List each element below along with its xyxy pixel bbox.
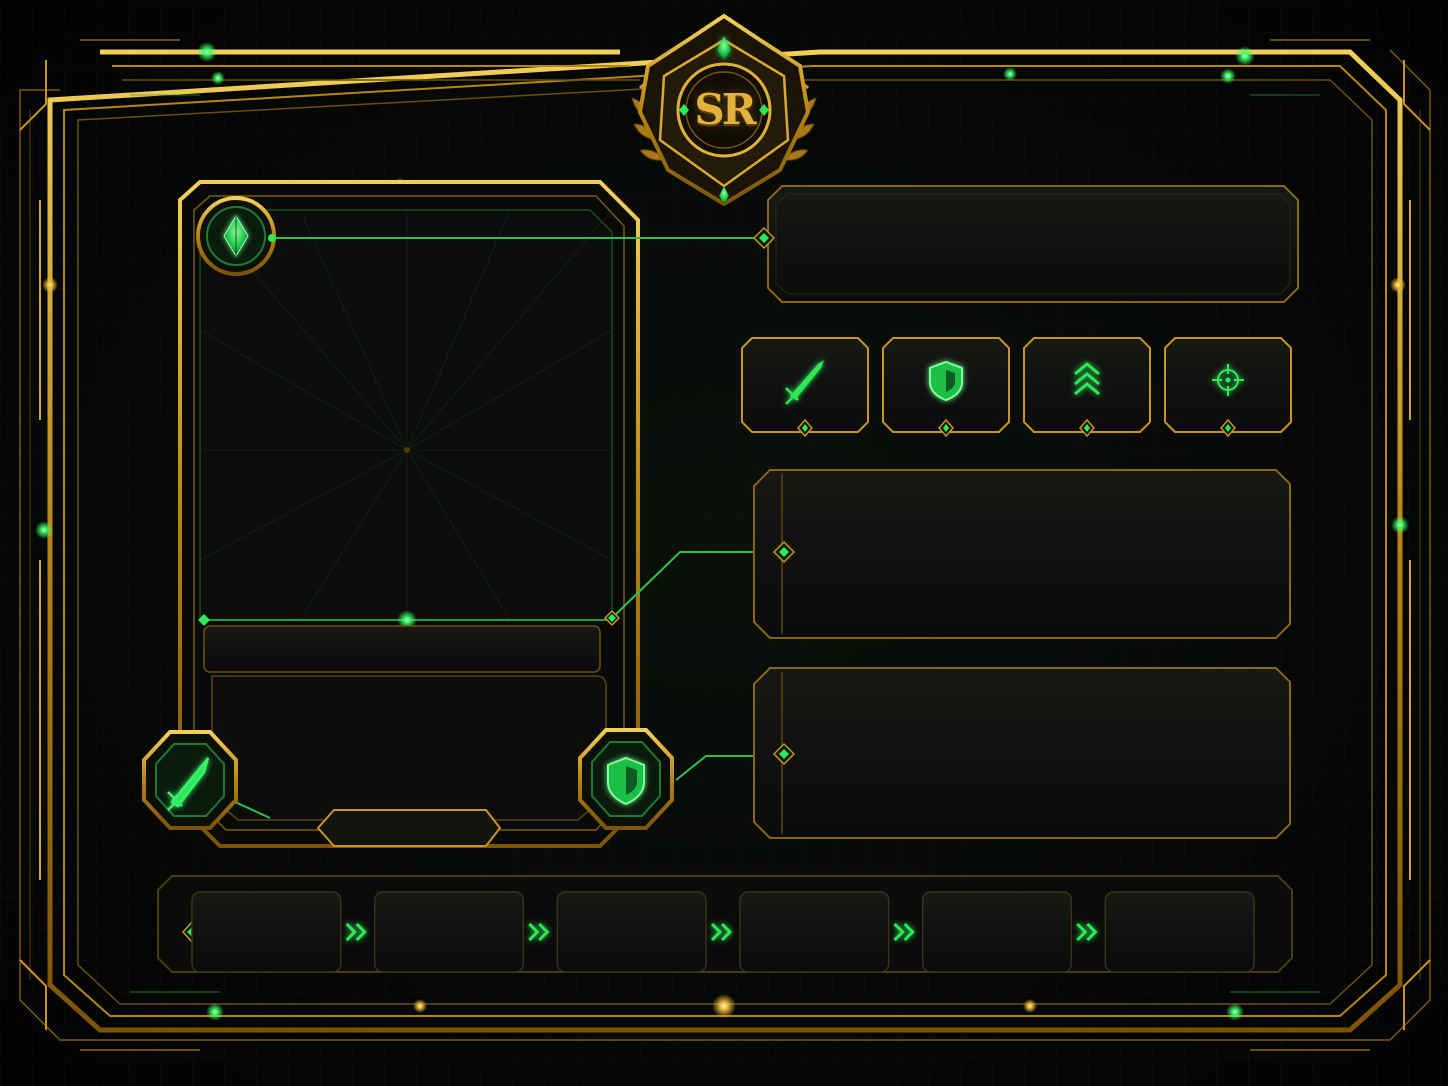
attack-medallion-button[interactable] [144, 732, 236, 828]
card-bottom-tag[interactable] [318, 810, 500, 846]
emerald-gem-button[interactable] [198, 198, 274, 274]
card-description-area [211, 675, 607, 821]
progression-slot-6[interactable] [1104, 891, 1255, 973]
card-name-bar[interactable] [204, 626, 600, 672]
progression-slot-2[interactable] [373, 891, 525, 973]
title-panel [768, 186, 1298, 302]
progression-slot-3[interactable] [556, 891, 707, 973]
progression-slot-5[interactable] [921, 891, 1073, 973]
info-panel-primary [754, 470, 1290, 638]
progression-slot-4[interactable] [739, 891, 890, 973]
progression-slot-1[interactable] [191, 891, 342, 973]
stat-button-rank[interactable] [1024, 338, 1150, 432]
stat-button-defense[interactable] [883, 338, 1009, 432]
defense-medallion-button[interactable] [580, 730, 672, 828]
info-panel-secondary [754, 668, 1290, 838]
stat-button-attack[interactable] [742, 338, 868, 432]
portrait-card-art[interactable] [200, 210, 612, 620]
stat-button-precision[interactable] [1165, 338, 1291, 432]
